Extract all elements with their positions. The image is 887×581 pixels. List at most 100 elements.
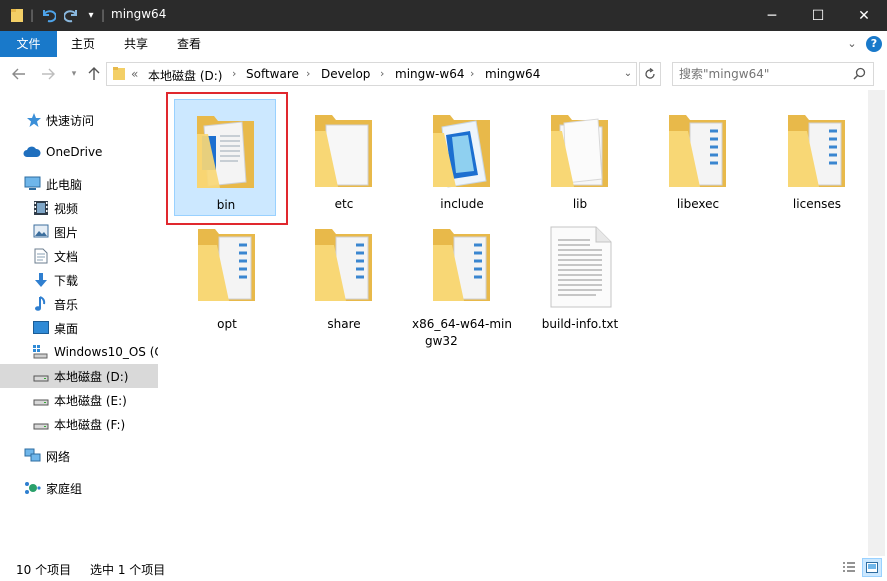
search-icon[interactable] [853, 67, 866, 83]
breadcrumb-mingw64[interactable]: mingw64 [485, 67, 540, 81]
file-name: libexec [676, 197, 720, 211]
file-item-opt[interactable]: opt [176, 218, 278, 348]
sidebar-item-this-pc[interactable]: 此电脑 [0, 172, 158, 196]
sidebar-item-drive-d[interactable]: 本地磁盘 (D:) [0, 364, 158, 388]
ribbon-tabs: 文件 主页 共享 查看 ⌄ ? [0, 31, 887, 58]
file-list: bin etc include lib libexec licenses opt… [159, 90, 868, 556]
maximize-button[interactable]: ☐ [795, 0, 841, 31]
file-name: share [327, 317, 361, 331]
navigation-pane: 快速访问 OneDrive 此电脑 视频 图片 文档 下载 音乐 桌面 Wind… [0, 90, 159, 556]
title-bar: | ▾ | mingw64 ─ ☐ ✕ [0, 0, 887, 31]
up-arrow-icon[interactable] [86, 66, 102, 82]
file-name-line-2: gw32 [425, 334, 458, 348]
file-item-lib[interactable]: lib [529, 99, 631, 216]
refresh-button[interactable] [639, 62, 661, 86]
folder-icon [785, 113, 851, 194]
separator: | [100, 8, 106, 22]
file-item-build-info-txt[interactable]: build-info.txt [529, 218, 631, 348]
star-icon [26, 112, 42, 128]
breadcrumb-separator[interactable]: › [306, 67, 310, 80]
drive-icon [33, 368, 49, 384]
file-item-include[interactable]: include [411, 99, 513, 216]
breadcrumb-software[interactable]: Software [246, 67, 299, 81]
file-item-libexec[interactable]: libexec [647, 99, 749, 216]
folder-icon [8, 6, 26, 24]
sidebar-item-pictures[interactable]: 图片 [0, 220, 158, 244]
selection-count: 选中 1 个项目 [90, 563, 166, 577]
text-file-icon [550, 226, 612, 311]
sidebar-item-drive-f[interactable]: 本地磁盘 (F:) [0, 412, 158, 436]
tab-view[interactable]: 查看 [166, 31, 212, 57]
tab-file[interactable]: 文件 [0, 31, 57, 57]
tab-share[interactable]: 共享 [113, 31, 159, 57]
search-box[interactable] [672, 62, 874, 86]
video-icon [33, 200, 49, 216]
breadcrumb-separator[interactable]: › [232, 67, 236, 80]
minimize-button[interactable]: ─ [749, 0, 795, 31]
breadcrumb-mingw-w64[interactable]: mingw-w64 [395, 67, 464, 81]
forward-arrow-icon[interactable] [40, 66, 56, 82]
details-view-icon[interactable] [842, 561, 856, 575]
desktop-icon [33, 321, 49, 337]
sidebar-item-network[interactable]: 网络 [0, 444, 158, 468]
breadcrumb-develop[interactable]: Develop [321, 67, 370, 81]
drive-os-icon [32, 344, 48, 360]
drive-icon [33, 392, 49, 408]
separator: | [29, 8, 35, 22]
address-dropdown-icon[interactable]: ⌄ [619, 63, 637, 85]
folder-icon [312, 227, 378, 308]
document-icon [34, 248, 50, 264]
sidebar-item-homegroup[interactable]: 家庭组 [0, 476, 158, 500]
breadcrumb-separator[interactable]: › [380, 67, 384, 80]
sidebar-item-drive-c[interactable]: Windows10_OS (C [0, 340, 158, 364]
vertical-scrollbar[interactable] [868, 90, 885, 556]
file-item-share[interactable]: share [293, 218, 395, 348]
undo-icon[interactable] [38, 6, 58, 24]
file-name: opt [217, 317, 237, 331]
drive-icon [33, 416, 49, 432]
computer-icon [24, 176, 41, 192]
file-item-bin[interactable]: bin [174, 99, 276, 216]
file-item-x86_64-w64-mingw32[interactable]: x86_64-w64-min gw32 [411, 218, 513, 348]
cloud-icon [23, 145, 41, 161]
file-item-licenses[interactable]: licenses [766, 99, 868, 216]
file-item-etc[interactable]: etc [293, 99, 395, 216]
refresh-icon [645, 68, 655, 79]
overflow-chevron[interactable]: « [131, 67, 138, 81]
help-icon[interactable]: ? [866, 36, 882, 52]
sidebar-item-videos[interactable]: 视频 [0, 196, 158, 220]
file-name: include [440, 197, 484, 211]
item-count: 10 个项目 [16, 563, 72, 577]
redo-icon[interactable] [62, 6, 82, 24]
breadcrumb-drive-d[interactable]: 本地磁盘 (D:) [148, 67, 222, 84]
address-bar[interactable]: « 本地磁盘 (D:) › Software › Develop › mingw… [106, 62, 637, 86]
sidebar-item-quick-access[interactable]: 快速访问 [0, 108, 158, 132]
recent-locations-icon[interactable]: ▾ [66, 66, 82, 82]
file-name: licenses [792, 197, 842, 211]
file-name: etc [334, 197, 354, 211]
folder-icon [666, 113, 732, 194]
folder-icon [195, 227, 261, 308]
folder-icon [430, 113, 496, 194]
sidebar-item-music[interactable]: 音乐 [0, 292, 158, 316]
close-button[interactable]: ✕ [841, 0, 887, 31]
expand-ribbon-icon[interactable]: ⌄ [845, 37, 859, 51]
file-name-line-1: x86_64-w64-min [411, 317, 512, 331]
sidebar-item-drive-e[interactable]: 本地磁盘 (E:) [0, 388, 158, 412]
tab-home[interactable]: 主页 [60, 31, 106, 57]
sidebar-item-desktop[interactable]: 桌面 [0, 316, 158, 340]
picture-icon [33, 224, 49, 240]
music-icon [34, 296, 50, 312]
back-arrow-icon[interactable] [11, 66, 27, 82]
large-icons-view-icon[interactable] [862, 558, 882, 577]
customize-toolbar-icon[interactable]: ▾ [85, 6, 97, 24]
folder-icon [548, 113, 614, 194]
breadcrumb-separator[interactable]: › [470, 67, 474, 80]
sidebar-item-downloads[interactable]: 下载 [0, 268, 158, 292]
sidebar-item-documents[interactable]: 文档 [0, 244, 158, 268]
folder-icon [194, 114, 260, 195]
sidebar-item-onedrive[interactable]: OneDrive [0, 140, 158, 164]
search-input[interactable] [679, 65, 849, 83]
file-name: bin [216, 198, 236, 212]
folder-icon [112, 66, 126, 84]
